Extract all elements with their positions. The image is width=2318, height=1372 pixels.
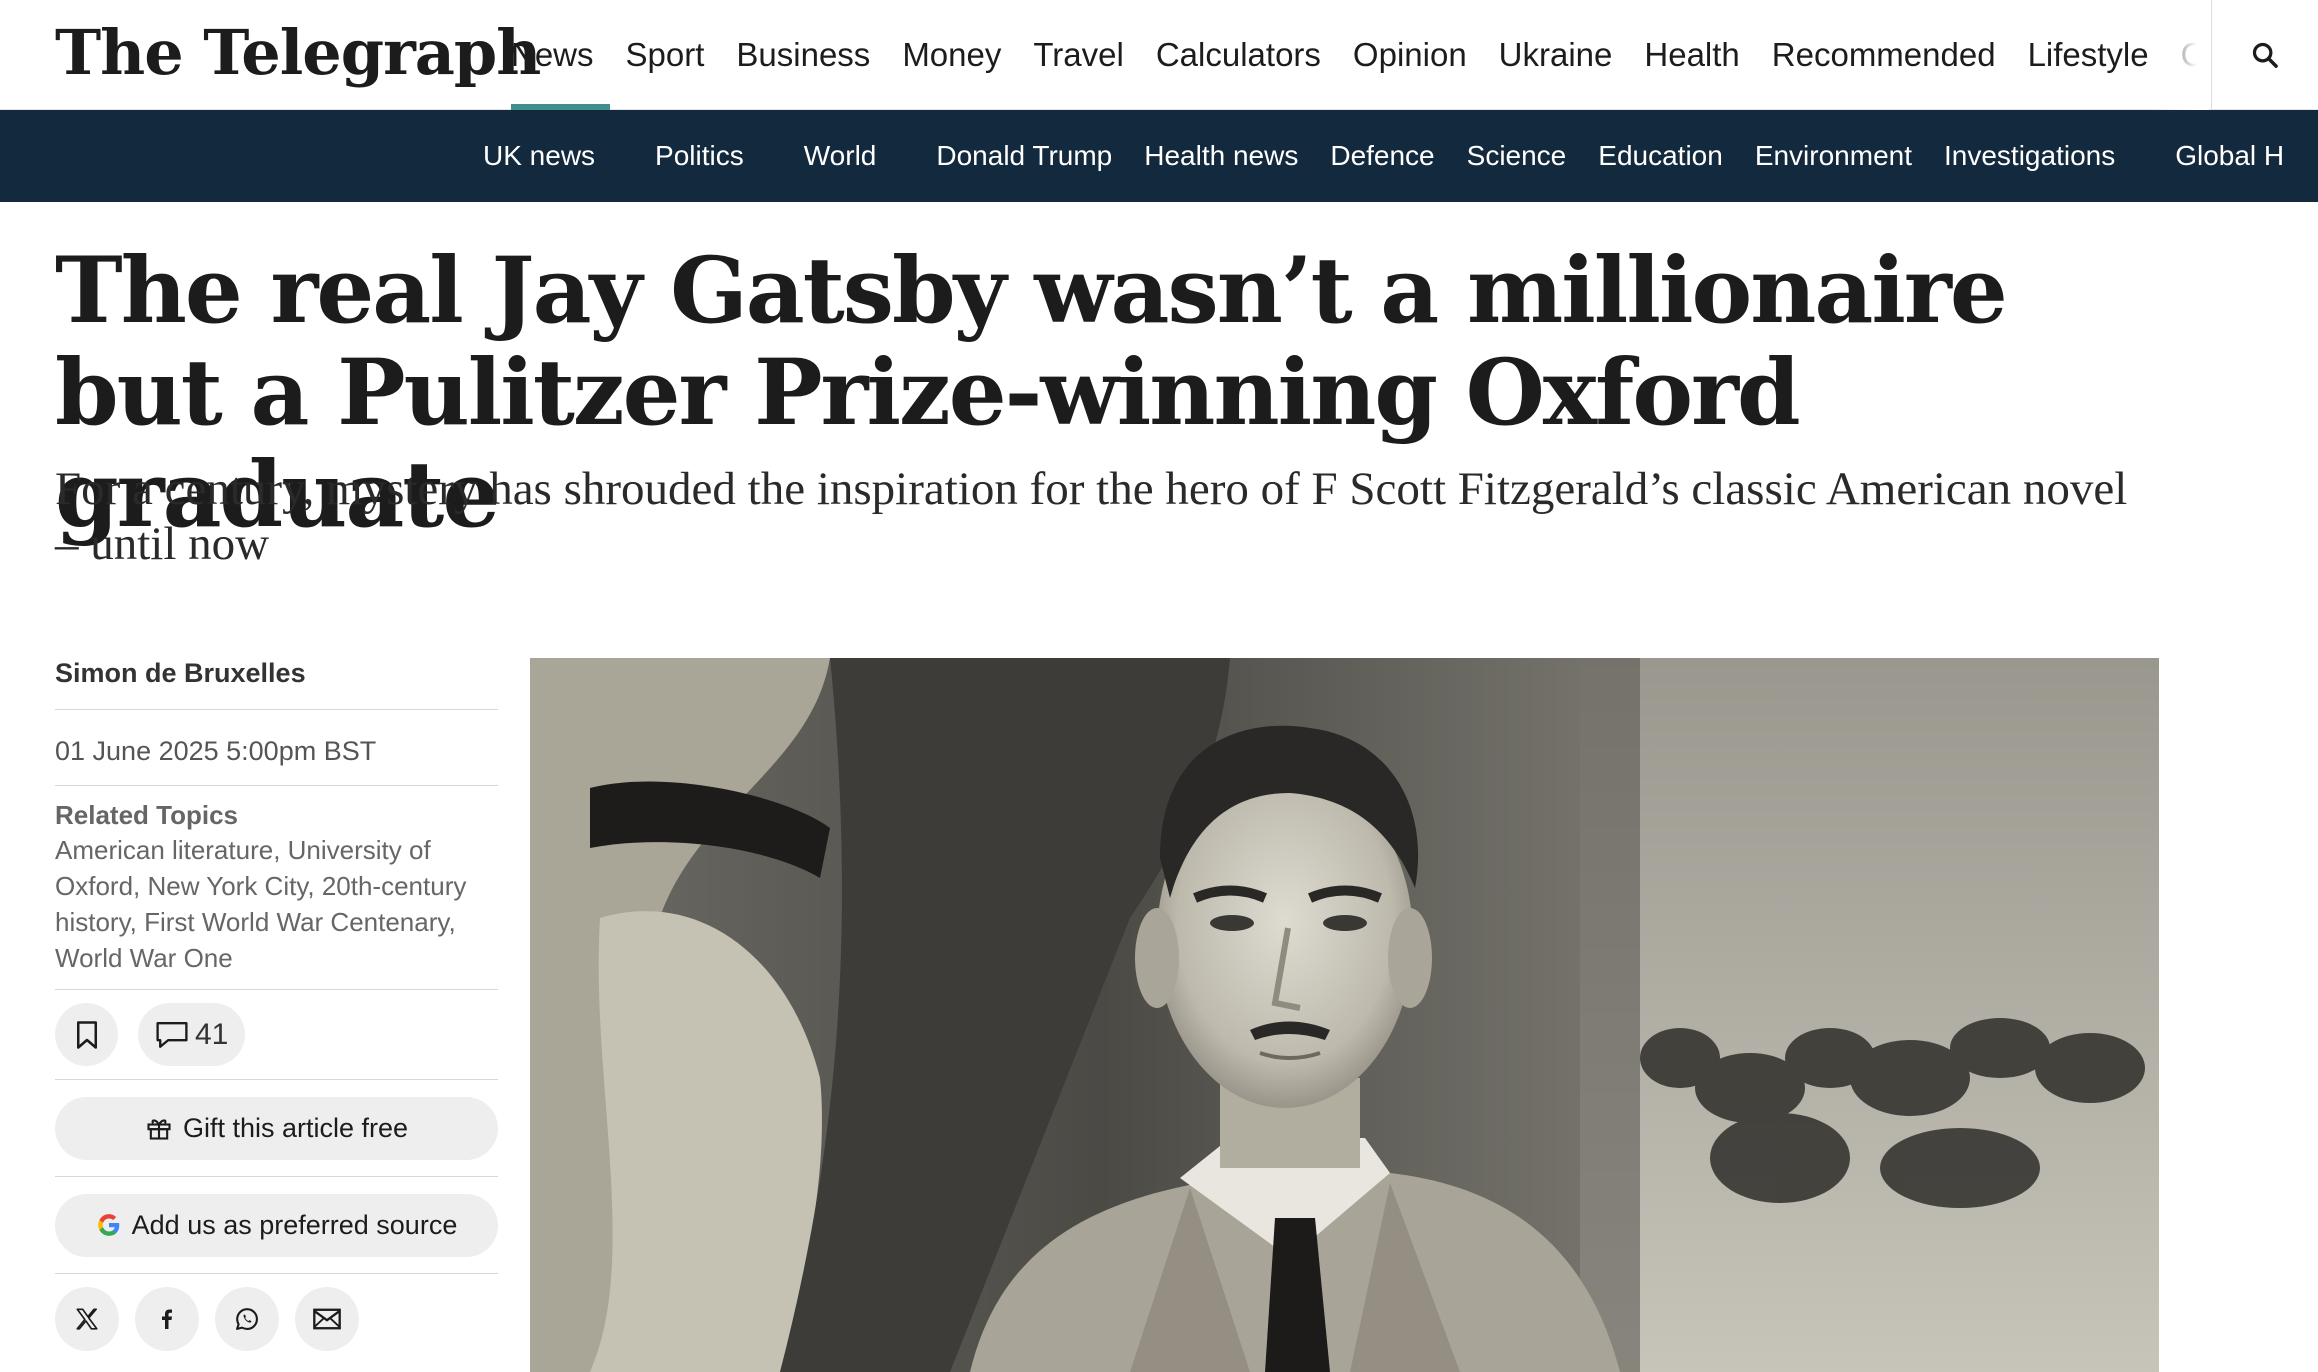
- nav-item-health[interactable]: Health: [1628, 0, 1755, 110]
- related-topics-title: Related Topics: [55, 800, 239, 830]
- main-nav: News Sport Business Money Travel Calcula…: [479, 0, 2209, 110]
- gift-article-button[interactable]: Gift this article free: [55, 1096, 498, 1160]
- comment-count: 41: [195, 1017, 229, 1051]
- whatsapp-icon: [236, 1308, 258, 1330]
- gift-icon: [147, 1119, 171, 1140]
- subnav-item-donald-trump[interactable]: Donald Trump: [906, 140, 1128, 172]
- subnav-item-science[interactable]: Science: [1451, 140, 1583, 172]
- subnav-item-world[interactable]: World: [774, 140, 907, 172]
- nav-item-calculators[interactable]: Calculators: [1140, 0, 1337, 110]
- subnav-item-politics[interactable]: Politics: [625, 140, 774, 172]
- gift-article-label: Gift this article free: [182, 1112, 409, 1143]
- subnav-item-education[interactable]: Education: [1582, 140, 1739, 172]
- nav-item-sport[interactable]: Sport: [610, 0, 721, 110]
- nav-item-lifestyle[interactable]: Lifestyle: [2012, 0, 2165, 110]
- hero-image: [530, 658, 2159, 1372]
- subnav-item-uk-news[interactable]: UK news: [453, 140, 625, 172]
- share-x-button[interactable]: [55, 1287, 119, 1351]
- bookmark-button[interactable]: [55, 1003, 118, 1066]
- nav-item-ukraine[interactable]: Ukraine: [1483, 0, 1629, 110]
- section-nav-bar: UK news Politics World Donald Trump Heal…: [0, 110, 2318, 202]
- article-meta: Simon de Bruxelles 01 June 2025 5:00pm B…: [55, 640, 498, 1364]
- author-name[interactable]: Simon de Bruxelles: [55, 640, 498, 710]
- nav-item-recommended[interactable]: Recommended: [1756, 0, 2012, 110]
- related-topics-list[interactable]: American literature, University of Oxfor…: [55, 832, 498, 976]
- bookmark-icon: [76, 1020, 97, 1049]
- gift-row: Gift this article free: [55, 1080, 498, 1177]
- x-icon: [76, 1308, 98, 1330]
- comment-icon: [156, 1021, 188, 1048]
- subnav-item-environment[interactable]: Environment: [1739, 140, 1928, 172]
- email-icon: [313, 1308, 341, 1330]
- nav-fade: [2149, 0, 2209, 110]
- nav-item-opinion[interactable]: Opinion: [1337, 0, 1483, 110]
- subnav-item-investigations[interactable]: Investigations: [1928, 140, 2175, 172]
- related-topics: Related Topics American literature, Univ…: [55, 786, 498, 990]
- nav-item-travel[interactable]: Travel: [1017, 0, 1139, 110]
- subnav-item-health-news[interactable]: Health news: [1128, 140, 1314, 172]
- portrait-photo: [530, 658, 2159, 1372]
- subnav-item-global-health[interactable]: Global H: [2175, 140, 2284, 172]
- section-nav: UK news Politics World Donald Trump Heal…: [453, 110, 2284, 202]
- preferred-source-label: Add us as preferred source: [131, 1209, 458, 1240]
- nav-item-money[interactable]: Money: [886, 0, 1017, 110]
- site-header: The Telegraph News Sport Business Money …: [0, 0, 2318, 110]
- preferred-source-row: Add us as preferred source: [55, 1177, 498, 1274]
- google-icon: [97, 1214, 119, 1236]
- share-email-button[interactable]: [295, 1287, 359, 1351]
- article-standfirst: For a century, mystery has shrouded the …: [55, 463, 2128, 570]
- comments-button[interactable]: 41: [138, 1003, 246, 1066]
- article-actions: 41: [55, 990, 498, 1080]
- nav-item-business[interactable]: Business: [720, 0, 886, 110]
- site-logo[interactable]: The Telegraph: [55, 14, 541, 92]
- search-button[interactable]: [2211, 0, 2318, 110]
- subnav-item-defence[interactable]: Defence: [1314, 140, 1450, 172]
- publish-date: 01 June 2025 5:00pm BST: [55, 710, 498, 786]
- preferred-source-button[interactable]: Add us as preferred source: [55, 1193, 498, 1257]
- search-icon: [2252, 42, 2278, 68]
- facebook-icon: [162, 1309, 172, 1329]
- share-buttons: [55, 1274, 498, 1364]
- share-whatsapp-button[interactable]: [215, 1287, 279, 1351]
- share-facebook-button[interactable]: [135, 1287, 199, 1351]
- nav-item-news[interactable]: News: [479, 0, 610, 110]
